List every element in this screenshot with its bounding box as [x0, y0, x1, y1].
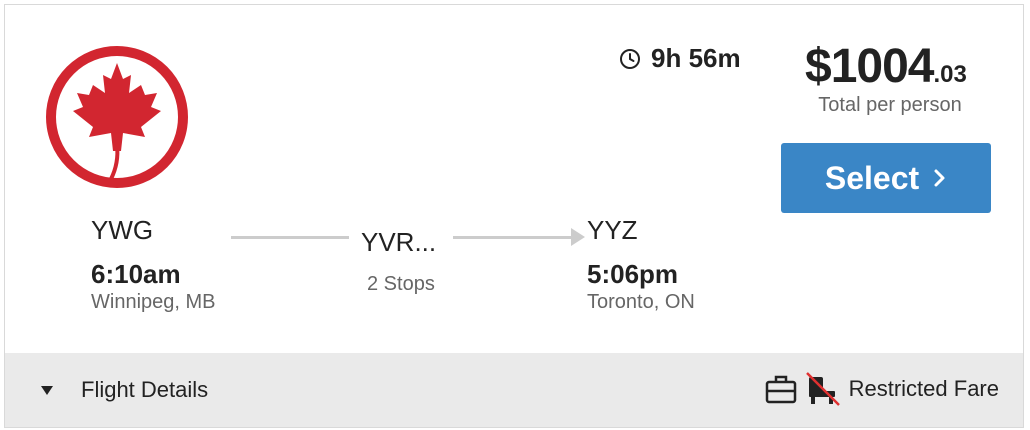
flight-result-card: 9h 56m $1004.03 Total per person Select … [4, 4, 1024, 428]
restricted-fare-label: Restricted Fare [848, 376, 999, 401]
price-dollars: $1004 [805, 40, 934, 93]
card-footer: Flight Details Restricted Fare [5, 353, 1023, 427]
arrival-airport-code: YYZ [587, 215, 638, 245]
route-line-segment [453, 236, 573, 239]
flight-duration: 9h 56m [619, 43, 741, 74]
select-button-label: Select [824, 159, 920, 196]
route-arrow-icon [571, 228, 585, 246]
select-button[interactable]: Select [781, 143, 991, 213]
price-cents: .03 [933, 61, 967, 88]
price-total: $1004.03 [805, 39, 967, 94]
departure-city: Winnipeg, MB [91, 291, 216, 313]
flight-details-label: Flight Details [81, 377, 209, 402]
carry-on-bag-icon [765, 375, 796, 404]
fare-info: Restricted Fare [765, 371, 999, 407]
no-seat-selection-icon [805, 372, 840, 406]
duration-text: 9h 56m [651, 43, 741, 73]
chevron-right-icon [934, 169, 945, 187]
flight-details-toggle[interactable]: Flight Details [41, 377, 208, 403]
departure-airport-code: YWG [91, 215, 154, 245]
route-line-segment [231, 236, 349, 239]
arrival-city: Toronto, ON [587, 291, 695, 313]
arrival-time: 5:06pm [587, 259, 679, 289]
caret-down-icon [41, 385, 53, 395]
price-subtitle: Total per person [818, 94, 962, 116]
departure-time: 6:10am [91, 259, 181, 289]
clock-icon [620, 48, 640, 69]
stops-count: 2 Stops [367, 273, 435, 295]
layover-airport-code: YVR... [361, 227, 437, 257]
airline-logo-icon [46, 46, 188, 188]
